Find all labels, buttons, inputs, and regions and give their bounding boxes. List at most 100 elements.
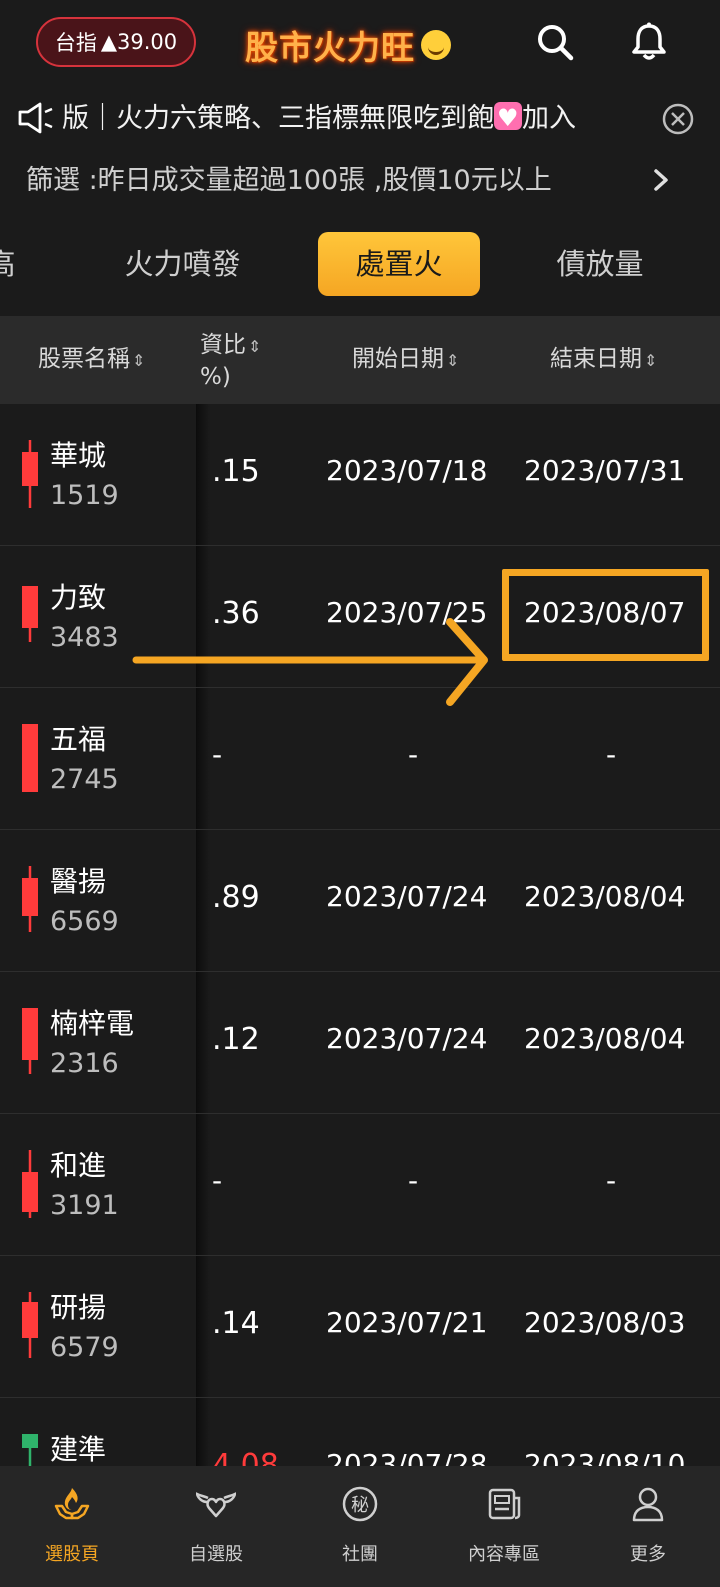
highlight-box bbox=[502, 569, 709, 661]
winged-heart-icon bbox=[196, 1492, 236, 1518]
stock-code: 3191 bbox=[50, 1190, 119, 1221]
nav-label: 內容專區 bbox=[468, 1544, 540, 1565]
end-date-cell: - bbox=[606, 738, 617, 771]
frozen-name-column: 醫揚 6569 bbox=[0, 830, 196, 971]
ratio-cell: .14 bbox=[212, 1306, 260, 1341]
header-ratio-label: 資比 bbox=[200, 332, 246, 358]
strategy-tabs: 高 火力噴發 處置火 債放量 bbox=[0, 222, 720, 306]
nav-label: 自選股 bbox=[189, 1544, 243, 1565]
table-row[interactable]: .89 2023/07/24 2023/08/04 醫揚 6569 bbox=[0, 830, 720, 972]
stock-name: 五福 bbox=[50, 723, 107, 756]
nav-item-watchlist[interactable]: 自選股 bbox=[144, 1466, 288, 1587]
stock-code: 2316 bbox=[50, 1048, 119, 1079]
table-row[interactable]: .12 2023/07/24 2023/08/04 楠梓電 2316 bbox=[0, 972, 720, 1114]
tab-volume[interactable]: 債放量 bbox=[530, 232, 670, 296]
candlestick-icon bbox=[22, 866, 38, 932]
candlestick-icon bbox=[22, 1292, 38, 1358]
index-pill[interactable]: 台指 ▲39.00 bbox=[36, 17, 196, 67]
sort-icon: ⇕ bbox=[644, 351, 658, 370]
nav-item-more[interactable]: 更多 bbox=[576, 1466, 720, 1587]
column-divider bbox=[196, 404, 210, 545]
table-row[interactable]: .14 2023/07/21 2023/08/03 研揚 6579 bbox=[0, 1256, 720, 1398]
filter-text: 篩選 :昨日成交量超過100張 ,股價10元以上 bbox=[26, 165, 552, 196]
header-end-label: 結束日期 bbox=[550, 346, 642, 372]
table-header: 股票名稱 ⇕ 資比 ⇕ %) 開始日期 ⇕ 結束日期 ⇕ bbox=[0, 316, 720, 404]
header-name[interactable]: 股票名稱 ⇕ bbox=[38, 344, 145, 376]
ratio-cell: .15 bbox=[212, 454, 260, 489]
stock-code: 2745 bbox=[50, 764, 119, 795]
nav-item-content[interactable]: 內容專區 bbox=[432, 1466, 576, 1587]
candlestick-icon bbox=[22, 440, 38, 508]
ratio-cell: - bbox=[212, 738, 223, 771]
stock-name: 和進 bbox=[50, 1149, 107, 1182]
sort-icon: ⇕ bbox=[132, 351, 146, 370]
nav-label: 選股頁 bbox=[45, 1544, 99, 1565]
hands-fire-icon bbox=[54, 1488, 90, 1520]
secret-badge-icon: 秘 bbox=[342, 1486, 378, 1522]
start-date-cell: - bbox=[408, 738, 419, 771]
nav-label: 更多 bbox=[630, 1544, 666, 1565]
ratio-cell: .12 bbox=[212, 1022, 260, 1057]
bell-icon[interactable] bbox=[627, 20, 671, 64]
stock-table: .15 2023/07/18 2023/07/31 華城 1519 .36 20… bbox=[0, 404, 720, 1484]
stock-name: 楠梓電 bbox=[50, 1007, 135, 1040]
brand-title-text: 股市火力旺 bbox=[245, 28, 415, 67]
frozen-name-column: 楠梓電 2316 bbox=[0, 972, 196, 1113]
top-bar: 台指 ▲39.00 股市火力旺 bbox=[0, 0, 720, 88]
end-date-cell: 2023/08/04 bbox=[524, 1022, 686, 1055]
nav-item-stock-picker[interactable]: 選股頁 bbox=[0, 1466, 144, 1587]
stock-name: 研揚 bbox=[50, 1291, 107, 1324]
stock-code: 3483 bbox=[50, 622, 119, 653]
brand-title: 股市火力旺 bbox=[245, 20, 451, 70]
announcement-main: 版｜火力六策略、三指標無限吃到飽 bbox=[62, 103, 494, 134]
tab-disposal-fire[interactable]: 處置火 bbox=[318, 232, 480, 296]
heart-icon bbox=[494, 98, 522, 139]
frozen-name-column: 研揚 6579 bbox=[0, 1256, 196, 1397]
nav-item-community[interactable]: 秘 社團 bbox=[288, 1466, 432, 1587]
table-row[interactable]: .15 2023/07/18 2023/07/31 華城 1519 bbox=[0, 404, 720, 546]
header-start-date[interactable]: 開始日期 ⇕ bbox=[352, 344, 459, 376]
end-date-cell: 2023/08/04 bbox=[524, 880, 686, 913]
search-icon[interactable] bbox=[533, 20, 577, 64]
end-date-cell: - bbox=[606, 1164, 617, 1197]
stock-name: 醫揚 bbox=[50, 865, 107, 898]
stock-name: 華城 bbox=[50, 439, 107, 472]
close-icon[interactable] bbox=[661, 102, 695, 136]
announcement-suffix: 加入 bbox=[522, 103, 576, 134]
bottom-nav: 選股頁 自選股 秘 社團 內容專區 更多 bbox=[0, 1466, 720, 1587]
header-end-date[interactable]: 結束日期 ⇕ bbox=[550, 344, 657, 376]
index-label: 台指 bbox=[54, 31, 97, 55]
secret-badge-glyph: 秘 bbox=[351, 1495, 369, 1516]
chevron-right-icon[interactable] bbox=[650, 166, 672, 194]
start-date-cell: 2023/07/21 bbox=[326, 1306, 488, 1339]
announcement-bar[interactable]: 版｜火力六策略、三指標無限吃到飽加入 bbox=[0, 88, 720, 150]
end-date-cell: 2023/08/03 bbox=[524, 1306, 686, 1339]
index-change: ▲39.00 bbox=[100, 30, 178, 54]
end-date-cell: 2023/07/31 bbox=[524, 454, 686, 487]
start-date-cell: - bbox=[408, 1164, 419, 1197]
table-row[interactable]: - - - 和進 3191 bbox=[0, 1114, 720, 1256]
stock-name: 力致 bbox=[50, 581, 107, 614]
stock-name: 建準 bbox=[50, 1433, 107, 1466]
filter-bar[interactable]: 篩選 :昨日成交量超過100張 ,股價10元以上 bbox=[0, 152, 720, 208]
column-divider bbox=[196, 1114, 210, 1255]
header-ratio[interactable]: 資比 ⇕ %) bbox=[200, 330, 261, 392]
candlestick-icon bbox=[22, 724, 38, 792]
sort-icon: ⇕ bbox=[446, 351, 460, 370]
candlestick-icon bbox=[22, 586, 38, 642]
column-divider bbox=[196, 972, 210, 1113]
tab-partial[interactable]: 高 bbox=[0, 232, 16, 296]
candlestick-icon bbox=[22, 1008, 38, 1074]
header-start-label: 開始日期 bbox=[352, 346, 444, 372]
header-ratio-label2: %) bbox=[200, 364, 231, 390]
column-divider bbox=[196, 830, 210, 971]
person-icon bbox=[632, 1487, 664, 1522]
frozen-name-column: 和進 3191 bbox=[0, 1114, 196, 1255]
tab-fire-burst[interactable]: 火力噴發 bbox=[100, 232, 265, 296]
ratio-cell: .89 bbox=[212, 880, 260, 915]
nav-label: 社團 bbox=[342, 1544, 378, 1565]
header-name-label: 股票名稱 bbox=[38, 346, 130, 372]
candlestick-icon bbox=[22, 1150, 38, 1218]
announcement-text: 版｜火力六策略、三指標無限吃到飽加入 bbox=[62, 98, 662, 140]
start-date-cell: 2023/07/24 bbox=[326, 880, 488, 913]
